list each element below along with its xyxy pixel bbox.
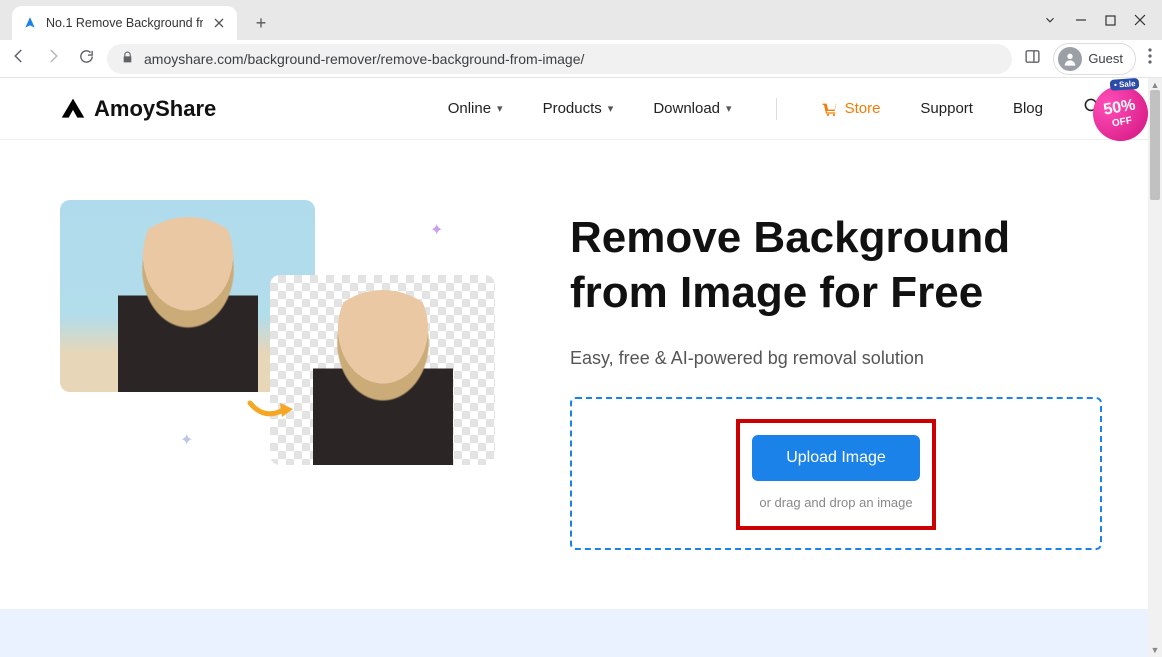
- maximize-icon[interactable]: [1105, 15, 1116, 26]
- profile-label: Guest: [1088, 51, 1123, 66]
- close-tab-icon[interactable]: [211, 15, 227, 31]
- sparkle-icon: ✦: [430, 220, 443, 240]
- close-window-icon[interactable]: [1134, 14, 1146, 26]
- drag-drop-hint: or drag and drop an image: [759, 495, 912, 510]
- hero-content: Remove Background from Image for Free Ea…: [570, 200, 1102, 550]
- window-controls: [1027, 0, 1162, 40]
- nav-blog[interactable]: Blog: [1013, 100, 1043, 117]
- scrollbar-thumb[interactable]: [1150, 90, 1160, 200]
- person-silhouette: [118, 217, 258, 392]
- minimize-icon[interactable]: [1075, 14, 1087, 26]
- lock-icon: [121, 51, 134, 67]
- nav-products[interactable]: Products▾: [543, 100, 614, 117]
- nav-online[interactable]: Online▾: [448, 100, 503, 117]
- browser-tab-strip: No.1 Remove Background from +: [0, 0, 1162, 40]
- browser-tab[interactable]: No.1 Remove Background from: [12, 6, 237, 40]
- page-subtitle: Easy, free & AI-powered bg removal solut…: [570, 348, 1102, 369]
- kebab-menu-icon[interactable]: [1148, 48, 1152, 69]
- chevron-down-icon: ▾: [497, 102, 503, 115]
- chevron-down-icon[interactable]: [1043, 13, 1057, 27]
- chevron-down-icon: ▾: [608, 102, 614, 115]
- reload-icon[interactable]: [78, 48, 95, 70]
- scroll-down-icon[interactable]: ▼: [1148, 643, 1162, 657]
- upload-highlight-box: Upload Image or drag and drop an image: [736, 419, 936, 530]
- avatar-icon: [1058, 47, 1082, 71]
- nav-store[interactable]: Store: [821, 100, 881, 117]
- sale-off: OFF: [1111, 115, 1133, 129]
- person-silhouette: [313, 290, 453, 465]
- footer-band: [0, 609, 1148, 657]
- scrollbar[interactable]: ▲ ▼: [1148, 78, 1162, 657]
- tab-title: No.1 Remove Background from: [46, 16, 203, 30]
- sparkle-icon: ✦: [180, 430, 193, 450]
- panel-icon[interactable]: [1024, 48, 1041, 70]
- nav-support[interactable]: Support: [920, 100, 973, 117]
- new-tab-button[interactable]: +: [247, 9, 275, 37]
- site-header: AmoyShare Online▾ Products▾ Download▾ St…: [0, 78, 1162, 140]
- nav-separator: [776, 98, 777, 120]
- logo-text: AmoyShare: [94, 96, 216, 122]
- address-bar[interactable]: amoyshare.com/background-remover/remove-…: [107, 44, 1012, 74]
- profile-button[interactable]: Guest: [1053, 43, 1136, 75]
- sale-tag: • Sale: [1109, 78, 1139, 91]
- upload-dropzone[interactable]: Upload Image or drag and drop an image: [570, 397, 1102, 550]
- nav-download[interactable]: Download▾: [653, 100, 731, 117]
- page-title: Remove Background from Image for Free: [570, 210, 1102, 320]
- chevron-down-icon: ▾: [726, 102, 732, 115]
- upload-image-button[interactable]: Upload Image: [752, 435, 920, 481]
- url-text: amoyshare.com/background-remover/remove-…: [144, 51, 584, 67]
- hero-illustration: ✦ ✦: [60, 200, 530, 530]
- url-bar-row: amoyshare.com/background-remover/remove-…: [0, 40, 1162, 78]
- back-icon[interactable]: [10, 47, 28, 70]
- forward-icon[interactable]: [44, 47, 62, 70]
- cart-icon: [821, 101, 839, 117]
- hero-section: ✦ ✦ Remove Background from Image for Fre…: [0, 140, 1162, 590]
- logo[interactable]: AmoyShare: [60, 96, 216, 122]
- arrow-icon: [245, 395, 295, 425]
- favicon-icon: [22, 15, 38, 31]
- main-nav: Online▾ Products▾ Download▾ Store Suppor…: [448, 97, 1102, 120]
- after-image: [270, 275, 495, 465]
